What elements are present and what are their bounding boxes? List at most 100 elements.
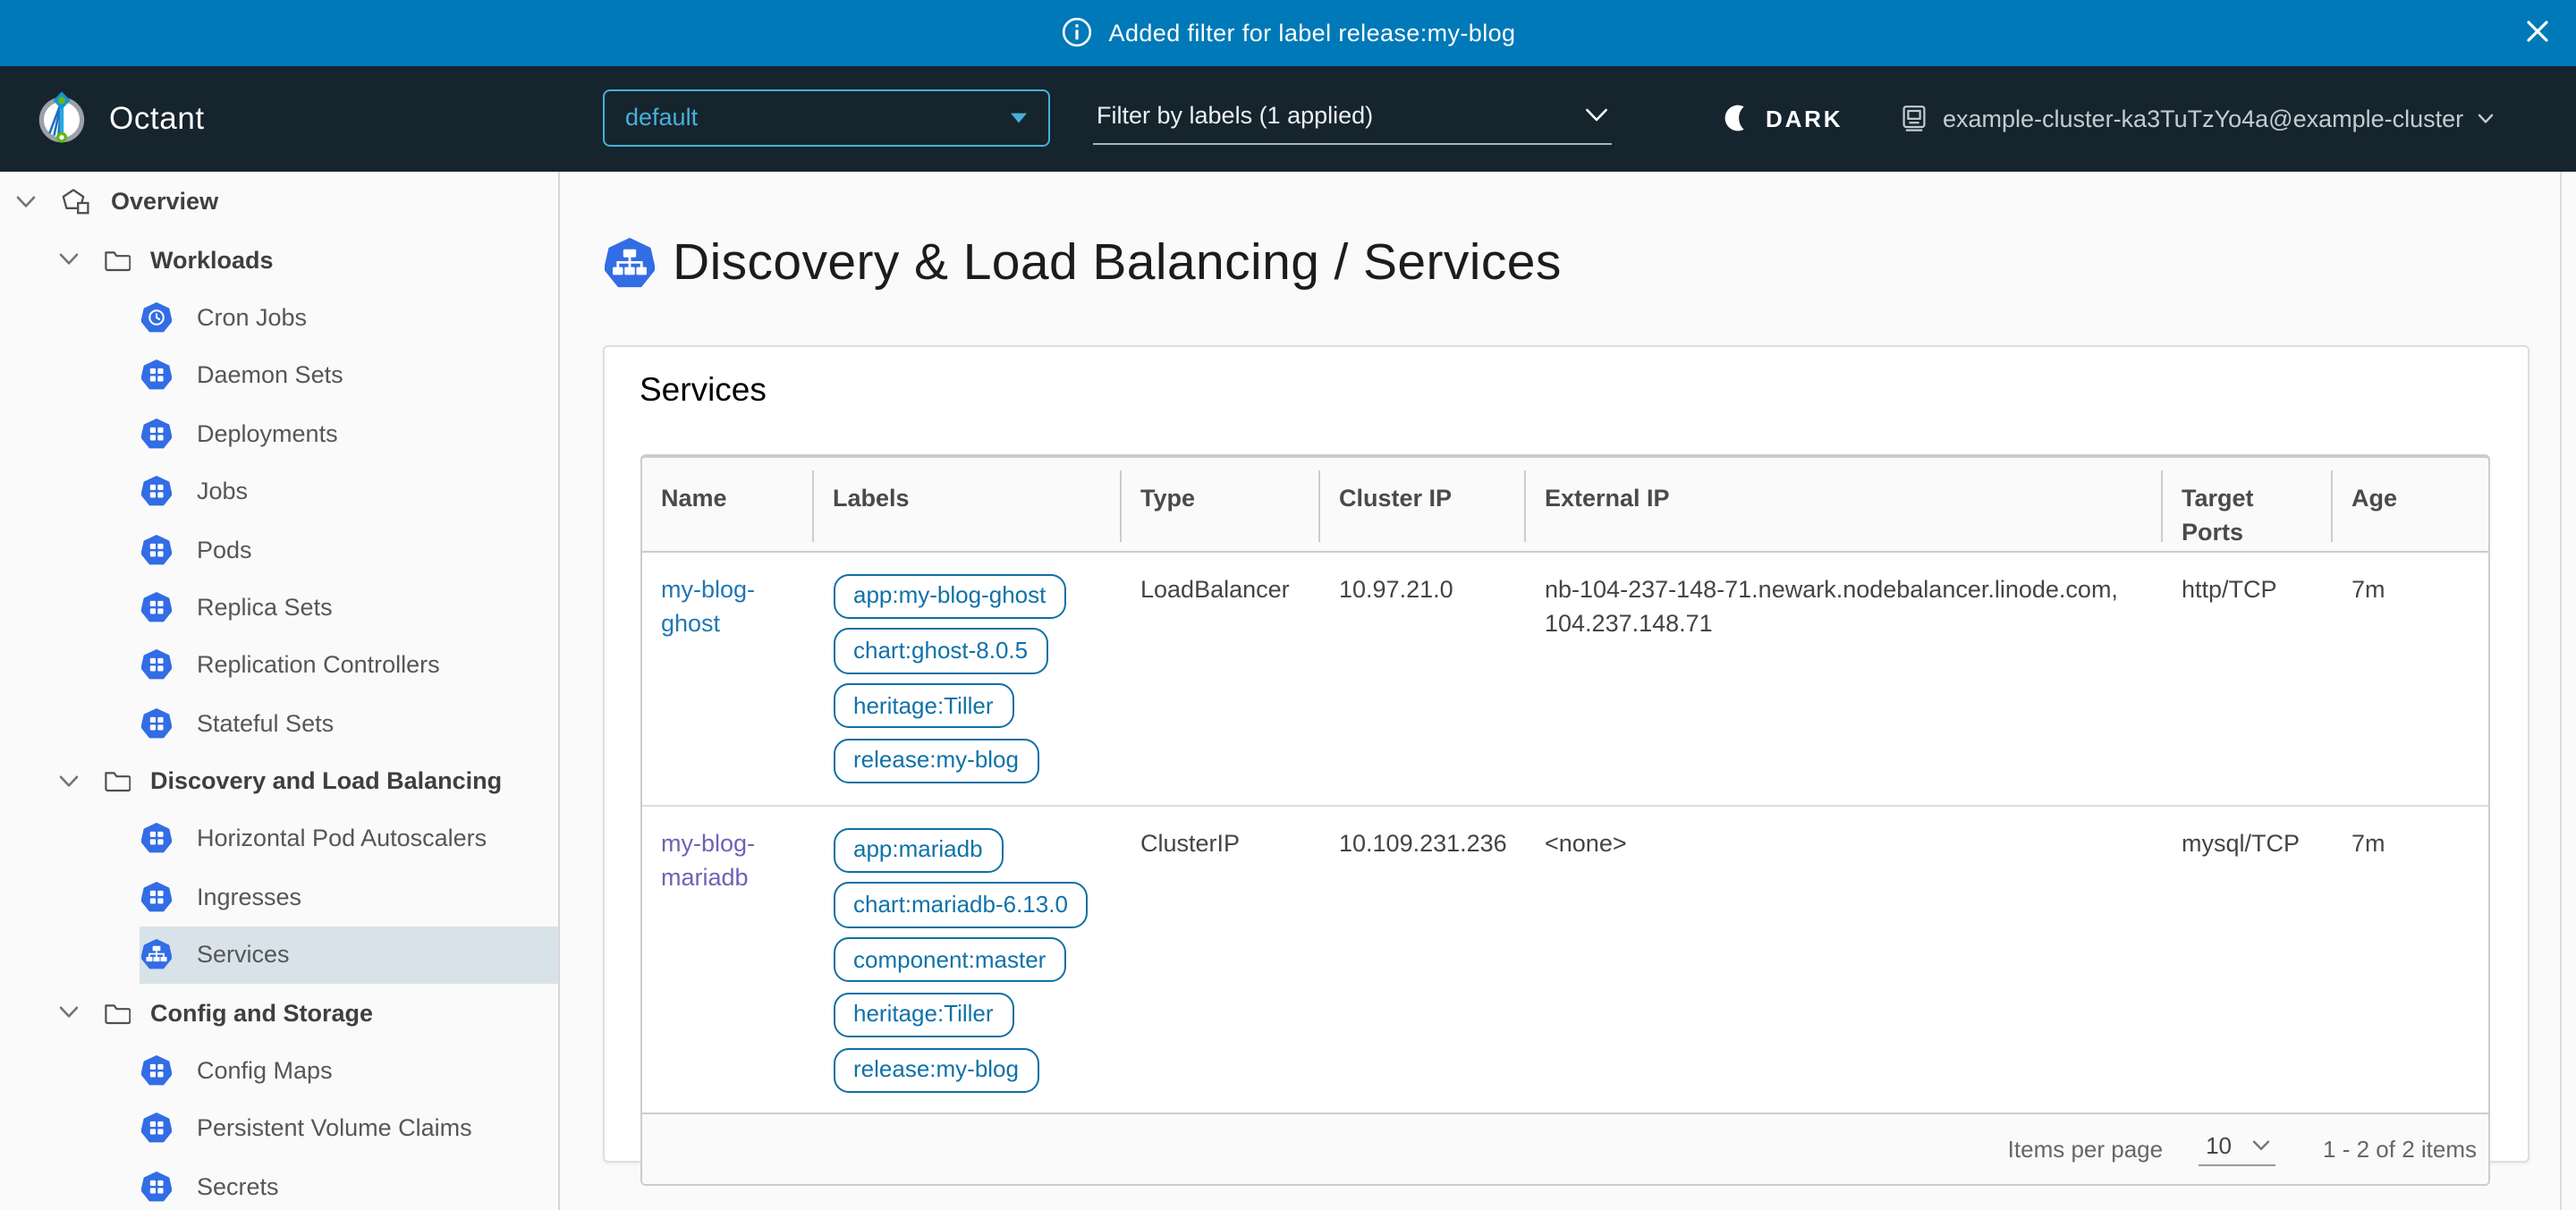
secrets-resource-icon (141, 1172, 172, 1202)
chevron-down-icon (1585, 107, 1608, 123)
sidebar-item-label: Jobs (197, 478, 248, 504)
service-link[interactable]: my-blog-ghost (661, 575, 755, 636)
stateful-sets-resource-icon (141, 707, 172, 738)
sidebar-item-label: Discovery and Load Balancing (150, 767, 502, 794)
chevron-down-icon[interactable] (59, 774, 79, 788)
sidebar-item-services[interactable]: Services (0, 926, 557, 984)
persistent-volume-claims-resource-icon (141, 1113, 172, 1144)
sidebar-item-label: Daemon Sets (197, 362, 343, 389)
label-pill[interactable]: heritage:Tiller (833, 993, 1014, 1038)
label-filter-dropdown[interactable]: Filter by labels (1 applied) (1093, 89, 1612, 144)
sidebar-item-workloads[interactable]: Workloads (0, 231, 557, 289)
sidebar-item-label: Stateful Sets (197, 709, 334, 736)
info-circle-icon (1061, 17, 1093, 49)
folder-icon (104, 248, 131, 271)
cluster-selector[interactable]: example-cluster-ka3TuTzYo4a@example-clus… (1900, 65, 2494, 171)
brand[interactable]: Octant (34, 65, 205, 171)
cell-name: my-blog-ghost (641, 551, 813, 805)
sidebar-item-label: Horizontal Pod Autoscalers (197, 825, 487, 852)
sidebar-item-stateful-sets[interactable]: Stateful Sets (0, 694, 557, 752)
sidebar-item-label: Ingresses (197, 884, 301, 910)
pagination-range: 1 - 2 of 2 items (2323, 1136, 2477, 1163)
chevron-down-icon[interactable] (16, 194, 36, 208)
cell-cluster-ip: 10.97.21.0 (1319, 551, 1525, 805)
sidebar-item-label: Pods (197, 536, 252, 563)
label-pill[interactable]: app:my-blog-ghost (833, 573, 1066, 619)
sidebar-item-label: Config Maps (197, 1057, 333, 1084)
overview-icon (61, 187, 91, 216)
sidebar-item-config-maps[interactable]: Config Maps (0, 1042, 557, 1100)
daemon-sets-resource-icon (141, 360, 172, 391)
pods-resource-icon (141, 534, 172, 564)
services-card: Services NameLabelsTypeCluster IPExterna… (602, 344, 2529, 1162)
scroll-edge-divider (2560, 171, 2562, 1210)
sidebar-item-label: Secrets (197, 1173, 279, 1200)
table-row-my-blog-ghost: my-blog-ghost app:my-blog-ghost chart:ghos… (641, 551, 2489, 805)
chevron-down-icon[interactable] (59, 1005, 79, 1020)
label-pill[interactable]: chart:mariadb-6.13.0 (833, 883, 1089, 928)
sidebar-item-label: Cron Jobs (197, 304, 307, 331)
sidebar-item-ingresses[interactable]: Ingresses (0, 867, 557, 926)
sidebar-item-label: Replica Sets (197, 594, 333, 621)
label-pill[interactable]: component:master (833, 937, 1066, 983)
cell-name: my-blog-mariadb (641, 805, 813, 1113)
close-icon[interactable] (2524, 18, 2551, 45)
cell-target-ports: mysql/TCP (2162, 805, 2332, 1113)
sidebar-item-discovery-and-load-balancing[interactable]: Discovery and Load Balancing (0, 752, 557, 810)
sidebar-item-replica-sets[interactable]: Replica Sets (0, 578, 557, 636)
cluster-name: example-cluster-ka3TuTzYo4a@example-clus… (1943, 105, 2463, 131)
label-pill[interactable]: release:my-blog (833, 739, 1039, 784)
cell-age: 7m (2332, 805, 2489, 1113)
sidebar-item-horizontal-pod-autoscalers[interactable]: Horizontal Pod Autoscalers (0, 810, 557, 868)
sidebar-item-pods[interactable]: Pods (0, 520, 557, 579)
config-maps-resource-icon (141, 1055, 172, 1086)
notification-bar: Added filter for label release:my-blog (0, 0, 2576, 65)
sidebar-item-config-and-storage[interactable]: Config and Storage (0, 984, 557, 1042)
folder-icon (104, 1001, 131, 1024)
main-panel: Discovery & Load Balancing / Services Se… (559, 171, 2576, 1210)
sidebar-item-cron-jobs[interactable]: Cron Jobs (0, 289, 557, 347)
octant-logo-icon (34, 89, 89, 147)
label-pill[interactable]: heritage:Tiller (833, 683, 1014, 729)
theme-toggle[interactable]: DARK (1723, 65, 1843, 171)
label-pill[interactable]: app:mariadb (833, 827, 1004, 873)
sidebar-item-label: Services (197, 942, 290, 969)
service-link[interactable]: my-blog-mariadb (661, 829, 755, 890)
sidebar-item-overview[interactable]: Overview (0, 173, 557, 231)
column-header-cluster-ip: Cluster IP (1319, 457, 1525, 551)
sidebar-item-jobs[interactable]: Jobs (0, 462, 557, 520)
column-header-age: Age (2332, 457, 2489, 551)
octant-app: Added filter for label release:my-blog (0, 0, 2576, 1210)
sidebar-item-deployments[interactable]: Deployments (0, 404, 557, 462)
sidebar-nav: Overview Workloads Cron Jobs Daemon Sets Dep… (0, 171, 559, 1210)
label-pill[interactable]: release:my-blog (833, 1047, 1039, 1093)
theme-toggle-label: DARK (1766, 105, 1843, 131)
column-header-name: Name (641, 457, 813, 551)
items-per-page-label: Items per page (2008, 1136, 2163, 1163)
folder-icon (104, 769, 131, 792)
table-row-my-blog-mariadb: my-blog-mariadb app:mariadb chart:mariadb-… (641, 805, 2489, 1113)
sidebar-item-label: Persistent Volume Claims (197, 1115, 472, 1142)
caret-down-icon (1010, 112, 1026, 123)
horizontal-pod-autoscalers-resource-icon (141, 824, 172, 854)
services-datagrid: NameLabelsTypeCluster IPExternal IPTarge… (640, 453, 2489, 1186)
cell-type: ClusterIP (1121, 805, 1319, 1113)
card-title: Services (640, 369, 767, 409)
content-area: Overview Workloads Cron Jobs Daemon Sets Dep… (0, 171, 2576, 1210)
cell-cluster-ip: 10.109.231.236 (1319, 805, 1525, 1113)
sidebar-item-label: Replication Controllers (197, 652, 440, 679)
notification-text: Added filter for label release:my-blog (1109, 20, 1516, 47)
label-pill[interactable]: chart:ghost-8.0.5 (833, 629, 1048, 674)
namespace-value: default (625, 104, 698, 131)
services-heptagon-icon (605, 238, 655, 288)
sidebar-item-persistent-volume-claims[interactable]: Persistent Volume Claims (0, 1100, 557, 1158)
chevron-down-icon[interactable] (59, 252, 79, 267)
sidebar-item-replication-controllers[interactable]: Replication Controllers (0, 636, 557, 694)
sidebar-item-daemon-sets[interactable]: Daemon Sets (0, 346, 557, 404)
page-title: Discovery & Load Balancing / Services (673, 233, 1562, 292)
cell-external-ip: nb-104-237-148-71.newark.nodebalancer.li… (1525, 551, 2162, 805)
items-per-page-select[interactable]: 10 (2199, 1132, 2275, 1166)
sidebar-item-label: Workloads (150, 246, 274, 273)
sidebar-item-secrets[interactable]: Secrets (0, 1157, 557, 1210)
namespace-dropdown[interactable]: default (602, 89, 1049, 146)
